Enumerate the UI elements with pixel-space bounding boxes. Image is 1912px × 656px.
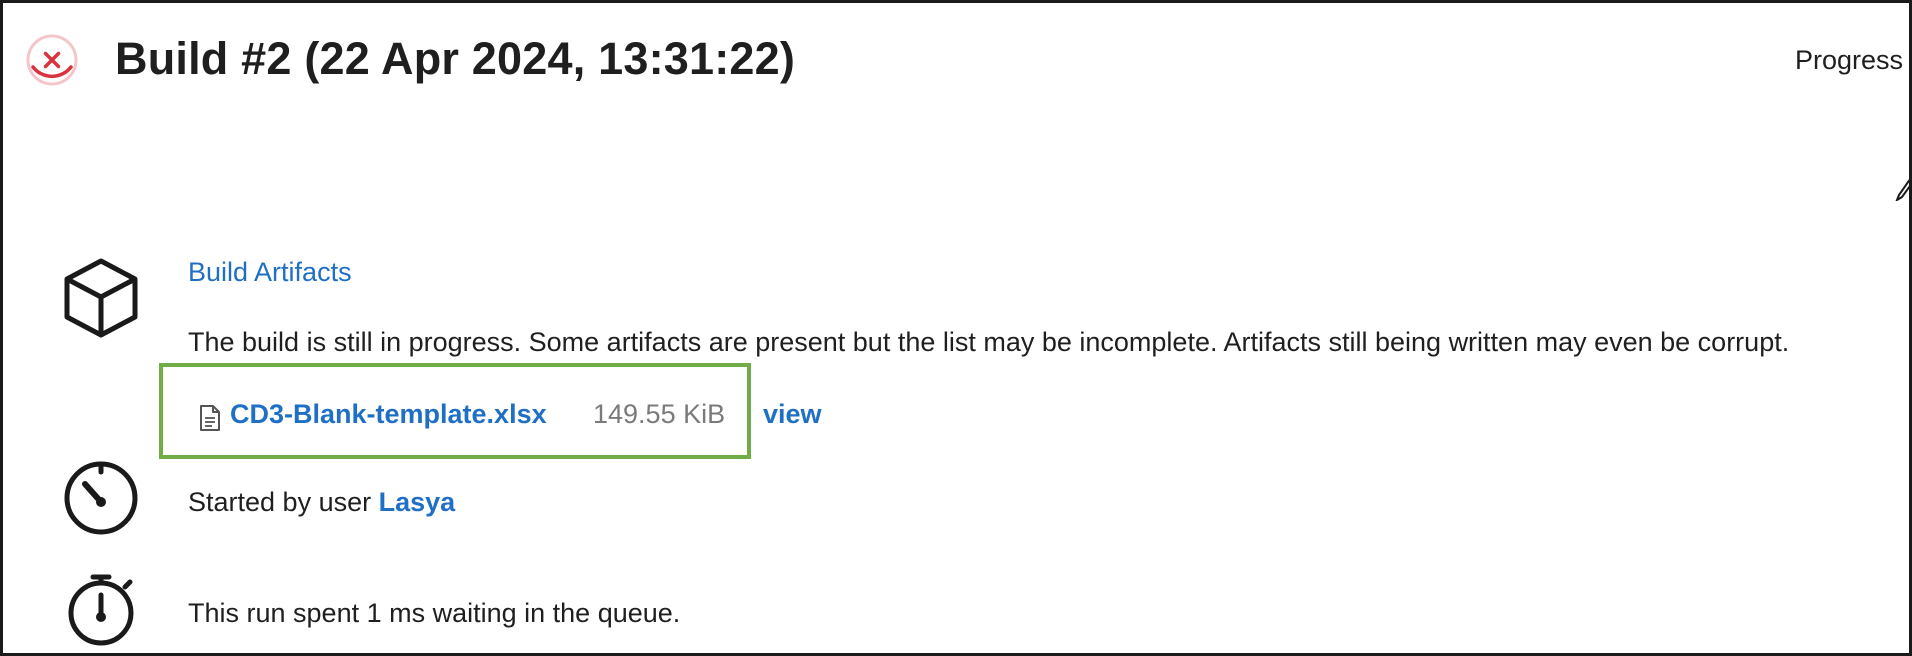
failed-status-icon <box>26 34 78 86</box>
user-link[interactable]: Lasya <box>379 487 456 517</box>
started-by-text: Started by user Lasya <box>188 485 455 519</box>
gauge-timer-icon <box>64 461 138 535</box>
queue-wait-text: This run spent 1 ms waiting in the queue… <box>188 598 681 628</box>
artifact-file-size: 149.55 KiB <box>593 399 726 429</box>
artifact-view-link[interactable]: view <box>763 397 822 431</box>
package-cube-icon <box>64 258 138 338</box>
artifacts-in-progress-note: The build is still in progress. Some art… <box>188 327 1790 357</box>
stopwatch-icon <box>68 574 134 646</box>
artifact-file-link[interactable]: CD3-Blank-template.xlsx <box>230 397 547 431</box>
started-by-prefix: Started by user <box>188 487 372 517</box>
file-document-icon <box>200 405 220 431</box>
build-artifacts-link[interactable]: Build Artifacts <box>188 255 352 289</box>
edit-pencil-icon[interactable] <box>1893 171 1912 201</box>
progress-label: Progress <box>1795 45 1904 75</box>
page-title: Build #2 (22 Apr 2024, 13:31:22) <box>115 33 796 84</box>
build-page: Build #2 (22 Apr 2024, 13:31:22) Progres… <box>0 0 1912 656</box>
